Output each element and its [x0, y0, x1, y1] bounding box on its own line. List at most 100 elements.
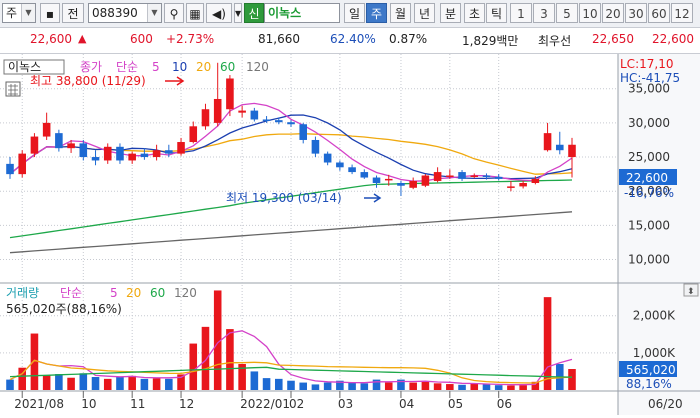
- time-tick-label: 11: [130, 397, 145, 411]
- vol-ma120: 120: [174, 286, 197, 300]
- candle-body: [507, 186, 515, 188]
- volume-bar: [299, 382, 308, 390]
- candle-body: [299, 124, 308, 140]
- stock-name-field[interactable]: 이녹스: [264, 3, 340, 23]
- plot-background: [0, 54, 618, 415]
- time-tick-label: 06: [497, 397, 512, 411]
- volume-bar: [91, 377, 100, 390]
- candle-body: [311, 139, 320, 154]
- candle-body: [238, 110, 246, 113]
- volume-legend-ma: 단순: [60, 286, 82, 300]
- vol-ma5: 5: [110, 286, 118, 300]
- volume-bar: [348, 382, 356, 390]
- volume-bar: [458, 384, 466, 390]
- vol-ma60: 60: [150, 286, 165, 300]
- volume-value: 81,660: [258, 32, 300, 46]
- candle-body: [421, 175, 430, 186]
- sound-button[interactable]: ◀): [206, 3, 232, 23]
- current-pct-axis: -16,76%: [624, 186, 674, 200]
- volume-bar: [116, 377, 124, 390]
- search-button[interactable]: ⚲: [164, 3, 184, 23]
- volume-bar: [128, 375, 136, 390]
- volume-tick-label: 1,000K: [633, 346, 676, 360]
- bid-price: 22,600: [652, 32, 694, 46]
- candle-body: [67, 143, 75, 149]
- interval-button-3[interactable]: 10: [579, 3, 601, 23]
- volume-bar: [42, 375, 51, 390]
- candle-body: [6, 163, 14, 175]
- candle-body: [140, 153, 149, 158]
- volume-bar: [262, 378, 271, 390]
- candle-body: [274, 120, 283, 123]
- interval-button-7[interactable]: 12: [671, 3, 693, 23]
- time-tick-label: 12: [179, 397, 194, 411]
- volume-bar: [421, 381, 430, 390]
- price-change-pct: +2.73%: [166, 32, 215, 46]
- interval-button-1[interactable]: 3: [533, 3, 555, 23]
- market-button[interactable]: ▪: [40, 3, 60, 23]
- up-arrow-icon: ▲: [78, 32, 87, 45]
- candle-body: [42, 122, 51, 137]
- candle-body: [226, 78, 234, 110]
- candle-body: [152, 150, 161, 158]
- volume-bar: [152, 378, 161, 390]
- prev-button[interactable]: 전: [62, 3, 84, 23]
- interval-button-0[interactable]: 1: [510, 3, 532, 23]
- candle-body: [323, 153, 332, 163]
- current-volume-axis: 565,020: [626, 363, 676, 377]
- stock-chart[interactable]: 35,00030,00025,00020,00015,00010,0002,00…: [0, 54, 700, 415]
- candle-body: [446, 175, 454, 177]
- volume-bar: [103, 378, 112, 390]
- period-tab-4[interactable]: 분: [440, 3, 461, 23]
- volume-bar: [165, 378, 173, 390]
- market-select[interactable]: 주 ▼: [2, 3, 36, 23]
- interval-button-5[interactable]: 30: [625, 3, 647, 23]
- volume-bar: [201, 326, 210, 390]
- price-tick-label: 10,000: [628, 253, 670, 267]
- period-tab-0[interactable]: 일: [344, 3, 365, 23]
- legend-ma60: 60: [220, 60, 235, 74]
- candle-body: [18, 153, 27, 175]
- table-icon-lines: [8, 84, 18, 96]
- candle-body: [213, 98, 222, 123]
- time-tick-label: 2021/08: [14, 397, 64, 411]
- candle-body: [201, 109, 210, 127]
- volume-bar: [140, 378, 149, 390]
- toolbar: 주 ▼ ▪ 전 088390 ▼ ⚲ ▦ ◀) ▼ 신 이녹스 일주월년분초틱1…: [0, 0, 700, 28]
- lc-label: LC:17,10: [620, 57, 673, 71]
- period-tab-6[interactable]: 틱: [486, 3, 507, 23]
- interval-button-6[interactable]: 60: [648, 3, 670, 23]
- chevron-down-icon: ▼: [21, 4, 35, 22]
- chart-area[interactable]: 35,000 30,000 25,000 20,000 15,000 10,000 2,00…: [0, 54, 700, 415]
- volume-bar: [55, 374, 63, 390]
- price-row: 22,600 ▲ 600 +2.73% 81,660 62.40% 0.87% …: [0, 28, 700, 54]
- grid-button[interactable]: ▦: [186, 3, 204, 23]
- signal-badge[interactable]: 신: [244, 3, 264, 23]
- volume-bar: [568, 369, 576, 390]
- interval-button-4[interactable]: 20: [602, 3, 624, 23]
- period-tab-2[interactable]: 월: [390, 3, 411, 23]
- grid-icon: ▦: [189, 7, 201, 21]
- period-tab-1[interactable]: 주: [366, 3, 387, 23]
- low-annotation: 최저 19,300 (03/14): [226, 191, 342, 205]
- candle-body: [409, 180, 417, 188]
- candle-body: [360, 172, 369, 178]
- period-tab-5[interactable]: 초: [464, 3, 485, 23]
- legend-ma-label: 단순: [116, 60, 138, 74]
- volume-bar: [507, 385, 515, 390]
- time-tick-label: 2022/01: [240, 397, 290, 411]
- code-input[interactable]: 088390 ▼: [88, 3, 162, 23]
- price-tick-label: 25,000: [628, 150, 670, 164]
- volume-bar: [494, 385, 503, 390]
- stock-name: 이녹스: [268, 6, 302, 20]
- time-tick-label: 04: [399, 397, 414, 411]
- candle-body: [103, 146, 112, 161]
- period-tab-3[interactable]: 년: [414, 3, 435, 23]
- rate-2: 0.87%: [389, 32, 428, 46]
- sound-dropdown[interactable]: ▼: [234, 3, 242, 23]
- legend-ma20: 20: [196, 60, 211, 74]
- price-change: 600: [130, 32, 153, 46]
- rate-1: 62.40%: [330, 32, 376, 46]
- interval-button-2[interactable]: 5: [556, 3, 578, 23]
- candle-body: [555, 144, 564, 151]
